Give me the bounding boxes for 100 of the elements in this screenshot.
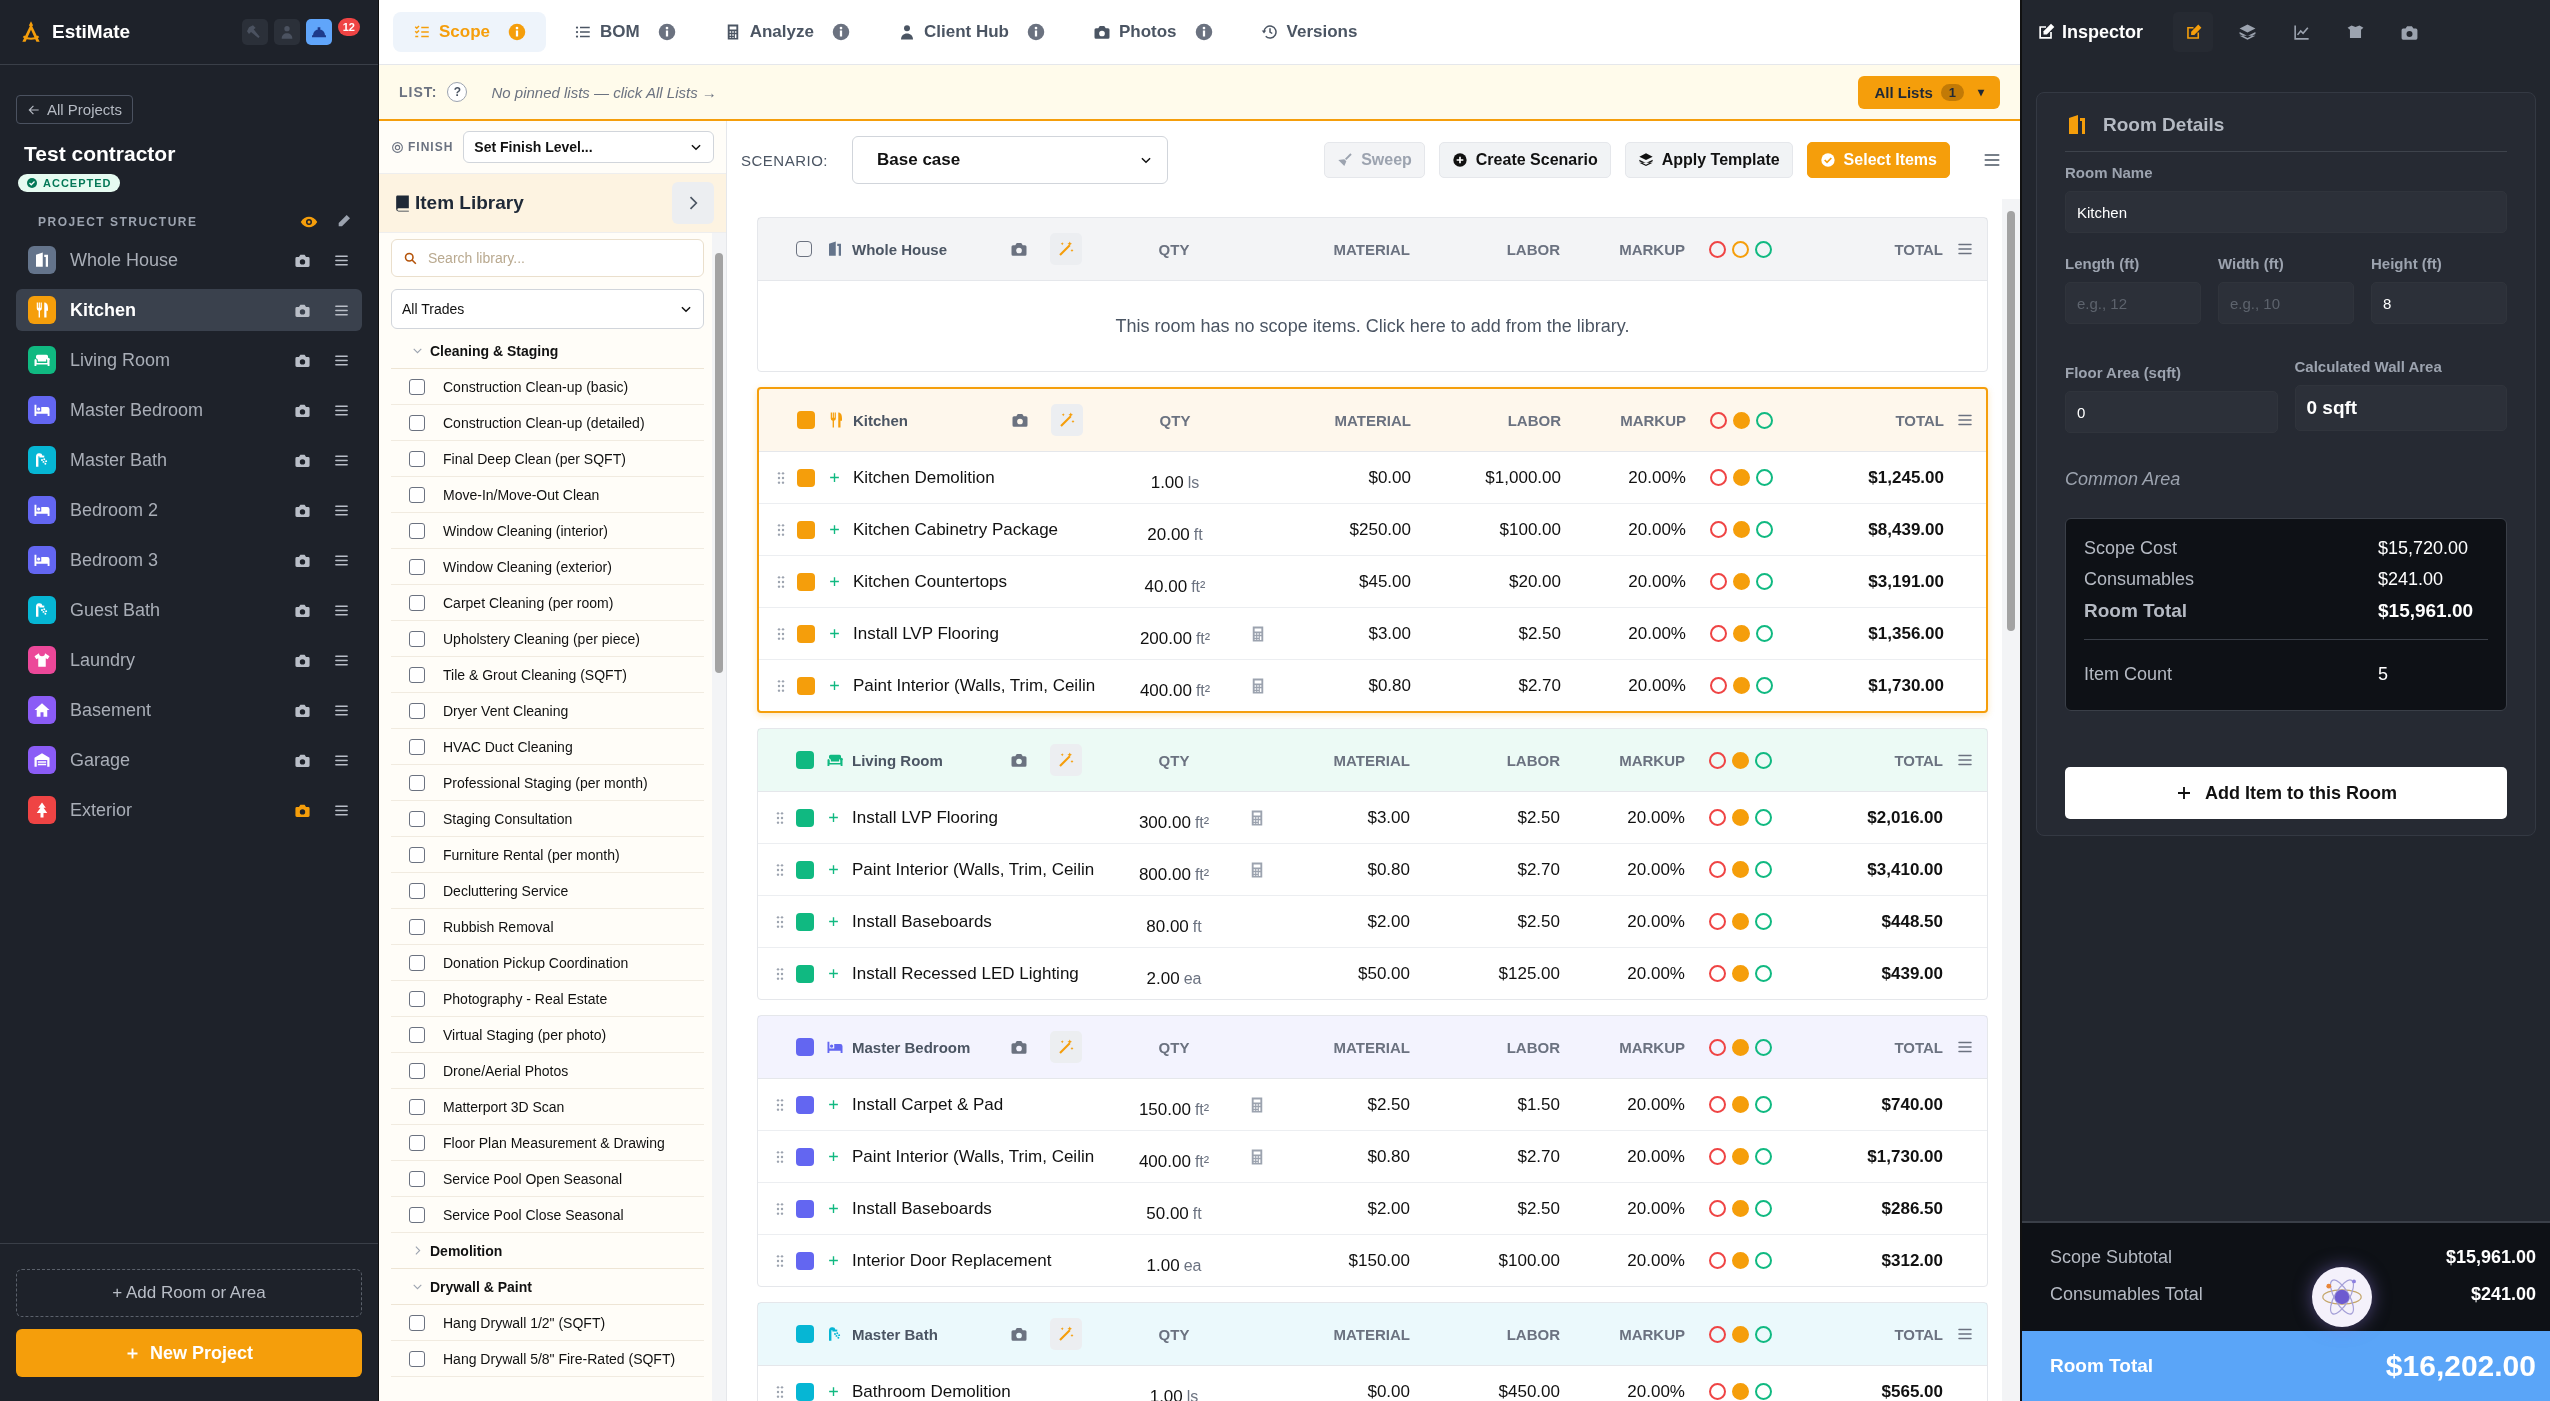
plus-icon[interactable] bbox=[826, 966, 841, 981]
plus-icon[interactable] bbox=[827, 522, 842, 537]
finish-level-dot[interactable] bbox=[1708, 240, 1726, 258]
plus-icon[interactable] bbox=[826, 862, 841, 877]
library-item[interactable]: Furniture Rental (per month) bbox=[443, 846, 620, 863]
library-item[interactable]: Window Cleaning (interior) bbox=[443, 522, 608, 539]
plus-icon[interactable] bbox=[826, 1253, 841, 1268]
library-item[interactable]: Tile & Grout Cleaning (SQFT) bbox=[443, 666, 627, 683]
library-item[interactable]: Hang Drywall 5/8" Fire-Rated (SQFT) bbox=[443, 1350, 676, 1367]
finish-level-dot[interactable] bbox=[1754, 1383, 1772, 1400]
finish-level-dot[interactable] bbox=[1731, 1383, 1749, 1400]
checkbox[interactable] bbox=[409, 882, 425, 899]
library-item[interactable]: Carpet Cleaning (per room) bbox=[443, 594, 614, 611]
checkbox[interactable] bbox=[409, 1170, 425, 1187]
finish-level-dot[interactable] bbox=[1731, 240, 1749, 258]
finish-level-dot[interactable] bbox=[1708, 751, 1726, 769]
room-item[interactable]: Basement bbox=[16, 689, 362, 731]
finish-level-dot[interactable] bbox=[1731, 861, 1749, 878]
checkbox[interactable] bbox=[409, 414, 425, 431]
finish-level-dot[interactable] bbox=[1755, 573, 1773, 590]
tab[interactable]: Client Hub bbox=[877, 12, 1065, 52]
add-item-button[interactable]: Add Item to this Room bbox=[2065, 767, 2507, 819]
room-card[interactable] bbox=[757, 387, 1988, 713]
toolbar-button[interactable]: Apply Template bbox=[1624, 142, 1793, 178]
camera-icon[interactable] bbox=[1011, 411, 1029, 429]
finish-level-dot[interactable] bbox=[1709, 677, 1727, 694]
finish-level-dot[interactable] bbox=[1732, 677, 1750, 694]
finish-level-select[interactable]: Set Finish Level... bbox=[463, 131, 714, 163]
room-item[interactable]: Master Bedroom bbox=[16, 389, 362, 431]
search-field[interactable]: Search library... bbox=[391, 239, 704, 277]
library-item[interactable]: Professional Staging (per month) bbox=[443, 774, 648, 791]
finish-level-dot[interactable] bbox=[1754, 1096, 1772, 1113]
finish-level-dot[interactable] bbox=[1709, 411, 1727, 429]
room-item[interactable]: Bedroom 2 bbox=[16, 489, 362, 531]
finish-level-dot[interactable] bbox=[1755, 469, 1773, 486]
room-item[interactable]: Garage bbox=[16, 739, 362, 781]
checkbox[interactable] bbox=[409, 810, 425, 827]
checkbox[interactable] bbox=[409, 990, 425, 1007]
library-item[interactable]: Matterport 3D Scan bbox=[443, 1098, 565, 1115]
checkbox[interactable] bbox=[409, 918, 425, 935]
finish-level-dot[interactable] bbox=[1708, 1200, 1726, 1217]
plus-icon[interactable] bbox=[827, 678, 842, 693]
finish-level-dot[interactable] bbox=[1754, 861, 1772, 878]
info-icon[interactable] bbox=[1026, 23, 1045, 41]
room-item[interactable]: Guest Bath bbox=[16, 589, 362, 631]
finish-level-dot[interactable] bbox=[1708, 1148, 1726, 1165]
finish-level-dot[interactable] bbox=[1754, 240, 1772, 258]
checkbox[interactable] bbox=[409, 450, 425, 467]
add-room-button[interactable]: + Add Room or Area bbox=[16, 1269, 362, 1317]
plus-icon[interactable] bbox=[826, 1097, 841, 1112]
checkbox[interactable] bbox=[409, 558, 425, 575]
scrollbar[interactable] bbox=[712, 233, 726, 1401]
checkbox[interactable] bbox=[409, 1134, 425, 1151]
finish-level-dot[interactable] bbox=[1731, 1096, 1749, 1113]
library-item[interactable]: Dryer Vent Cleaning bbox=[443, 702, 569, 719]
plus-icon[interactable] bbox=[826, 1384, 841, 1399]
checkbox[interactable] bbox=[409, 1206, 425, 1223]
all-lists-button[interactable]: All Lists 1 ▾ bbox=[1858, 75, 2000, 109]
library-item[interactable]: Construction Clean-up (basic) bbox=[443, 378, 629, 395]
finish-level-dot[interactable] bbox=[1731, 1325, 1749, 1343]
dimension-field[interactable]: 8 bbox=[2371, 282, 2507, 324]
plus-icon[interactable] bbox=[826, 1149, 841, 1164]
finish-level-dot[interactable] bbox=[1708, 1096, 1726, 1113]
room-item[interactable]: Laundry bbox=[16, 639, 362, 681]
finish-level-dot[interactable] bbox=[1755, 411, 1773, 429]
finish-level-dot[interactable] bbox=[1708, 1038, 1726, 1056]
library-item[interactable]: Move-In/Move-Out Clean bbox=[443, 486, 600, 503]
finish-level-dot[interactable] bbox=[1731, 1038, 1749, 1056]
finish-level-dot[interactable] bbox=[1708, 1325, 1726, 1343]
library-item[interactable]: Virtual Staging (per photo) bbox=[443, 1026, 607, 1043]
checkbox[interactable] bbox=[409, 1350, 425, 1367]
room-card[interactable]: Master Bath QTY MATERIAL LABOR MARKUP TOTAL Bathroom Demolition 1.00 ls $0.00 $450.00 20.00% $565.00 bbox=[757, 1302, 1988, 1401]
finish-level-dot[interactable] bbox=[1755, 625, 1773, 642]
library-item[interactable]: Rubbish Removal bbox=[443, 918, 554, 935]
checkbox[interactable] bbox=[796, 241, 812, 257]
finish-level-dot[interactable] bbox=[1754, 1038, 1772, 1056]
library-item[interactable]: Photography - Real Estate bbox=[443, 990, 608, 1007]
checkbox[interactable] bbox=[409, 954, 425, 971]
finish-level-dot[interactable] bbox=[1709, 573, 1727, 590]
inspector-tab[interactable] bbox=[2173, 12, 2214, 52]
finish-level-dot[interactable] bbox=[1708, 965, 1726, 982]
finish-level-dot[interactable] bbox=[1708, 1383, 1726, 1400]
plus-icon[interactable] bbox=[827, 470, 842, 485]
finish-level-dot[interactable] bbox=[1754, 751, 1772, 769]
finish-level-dot[interactable] bbox=[1754, 1252, 1772, 1269]
category-header[interactable]: Cleaning & Staging bbox=[391, 333, 704, 369]
room-item[interactable]: Whole House bbox=[16, 239, 362, 281]
finish-level-dot[interactable] bbox=[1732, 573, 1750, 590]
finish-level-dot[interactable] bbox=[1731, 1200, 1749, 1217]
tab[interactable]: BOM bbox=[554, 12, 696, 52]
library-item[interactable]: Staging Consultation bbox=[443, 810, 573, 827]
library-item[interactable]: Service Pool Open Seasonal bbox=[443, 1170, 622, 1187]
all-projects-button[interactable]: All Projects bbox=[16, 95, 134, 124]
empty-message[interactable]: This room has no scope items. Click here to add from the library. bbox=[758, 281, 1987, 371]
finish-level-dot[interactable] bbox=[1754, 1148, 1772, 1165]
library-item[interactable]: Drone/Aerial Photos bbox=[443, 1062, 569, 1079]
finish-level-dot[interactable] bbox=[1731, 809, 1749, 826]
scrollbar[interactable] bbox=[2002, 199, 2020, 1401]
checkbox[interactable] bbox=[409, 702, 425, 719]
library-item[interactable]: Hang Drywall 1/2" (SQFT) bbox=[443, 1314, 606, 1331]
